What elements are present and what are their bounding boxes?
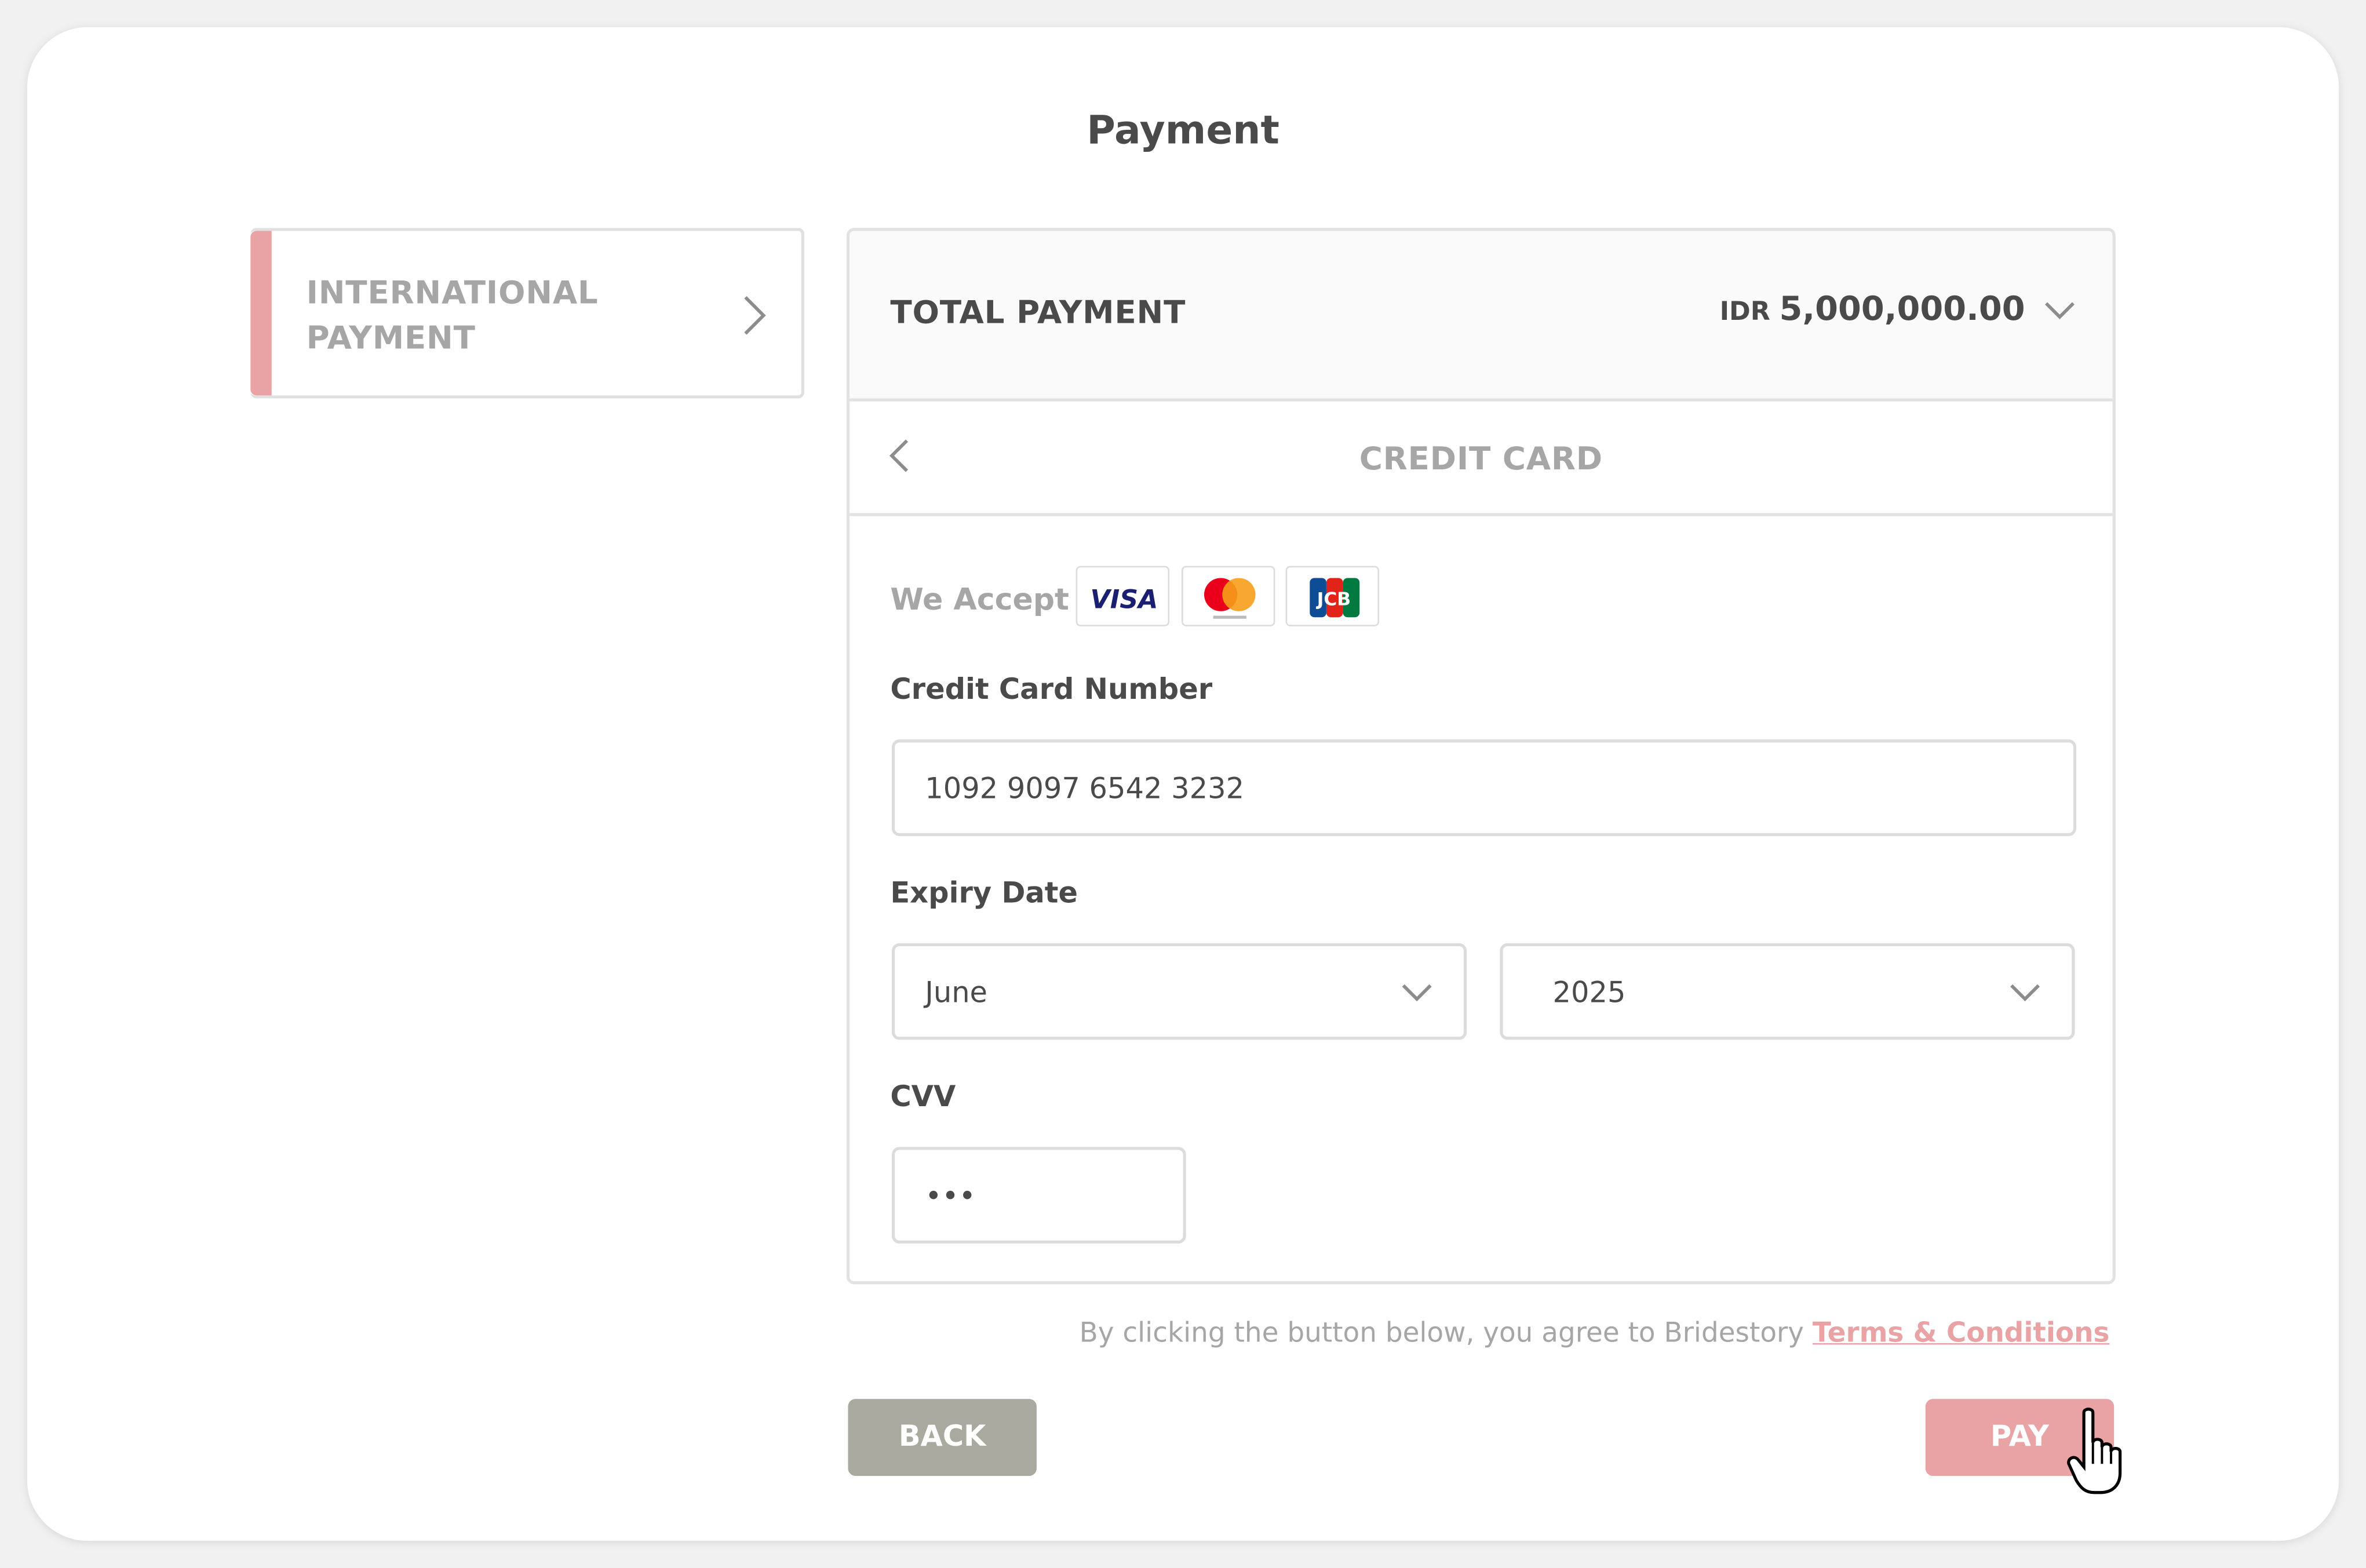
jcb-logo: JCB [1285, 566, 1380, 626]
expiry-month-select[interactable]: June [891, 943, 1467, 1040]
svg-text:VISA: VISA [1091, 585, 1158, 615]
method-accent-bar [250, 231, 272, 396]
expiry-year-value: 2025 [1552, 976, 1626, 1010]
chevron-right-icon [744, 296, 766, 335]
total-payment-bar[interactable]: TOTAL PAYMENT IDR 5,000,000.00 [850, 231, 2113, 402]
chevron-down-icon [1402, 984, 1432, 1002]
visa-icon: VISA [1091, 585, 1158, 615]
card-number-label: Credit Card Number [890, 673, 1213, 706]
payment-method-label: INTERNATIONAL PAYMENT [306, 275, 599, 356]
amount-value: 5,000,000.00 [1779, 291, 2025, 329]
chevron-down-icon [2010, 984, 2040, 1002]
card-number-value: 1092 9097 6542 3232 [925, 772, 1245, 806]
visa-logo: VISA [1076, 566, 1170, 626]
back-button[interactable]: BACK [848, 1399, 1037, 1476]
terms-conditions-link[interactable]: Terms & Conditions [1813, 1318, 2109, 1350]
card-number-input[interactable]: 1092 9097 6542 3232 [891, 739, 2077, 836]
chevron-down-icon[interactable] [2043, 300, 2076, 321]
expiry-year-select[interactable]: 2025 [1500, 943, 2075, 1040]
terms-text: By clicking the button below, you agree … [1079, 1317, 1813, 1350]
page-title: Payment [1087, 108, 1279, 154]
stage: Payment INTERNATIONAL PAYMENT TOTAL PAYM… [0, 0, 2366, 1568]
cvv-label: CVV [890, 1080, 956, 1114]
payment-method-international[interactable]: INTERNATIONAL PAYMENT [250, 228, 804, 399]
mastercard-logo [1181, 566, 1275, 626]
hand-pointer-cursor-icon [2067, 1407, 2122, 1494]
expiry-month-value: June [925, 976, 988, 1010]
expiry-date-label: Expiry Date [890, 877, 1078, 910]
mastercard-icon [1204, 578, 1256, 619]
payment-panel: TOTAL PAYMENT IDR 5,000,000.00 CREDIT CAR… [846, 228, 2116, 1285]
credit-card-title: CREDIT CARD [1359, 440, 1603, 477]
jcb-icon: JCB [1310, 578, 1360, 618]
svg-text:JCB: JCB [1316, 589, 1351, 610]
credit-card-header: CREDIT CARD [850, 402, 2113, 516]
cvv-value: ••• [925, 1180, 976, 1213]
total-payment-label: TOTAL PAYMENT [890, 294, 1186, 331]
total-payment-amount: IDR 5,000,000.00 [1720, 291, 2025, 329]
terms-notice: By clicking the button below, you agree … [1080, 1318, 2110, 1350]
cvv-input[interactable]: ••• [891, 1147, 1186, 1244]
we-accept-label: We Accept [890, 581, 1069, 618]
currency-code: IDR [1719, 297, 1770, 328]
